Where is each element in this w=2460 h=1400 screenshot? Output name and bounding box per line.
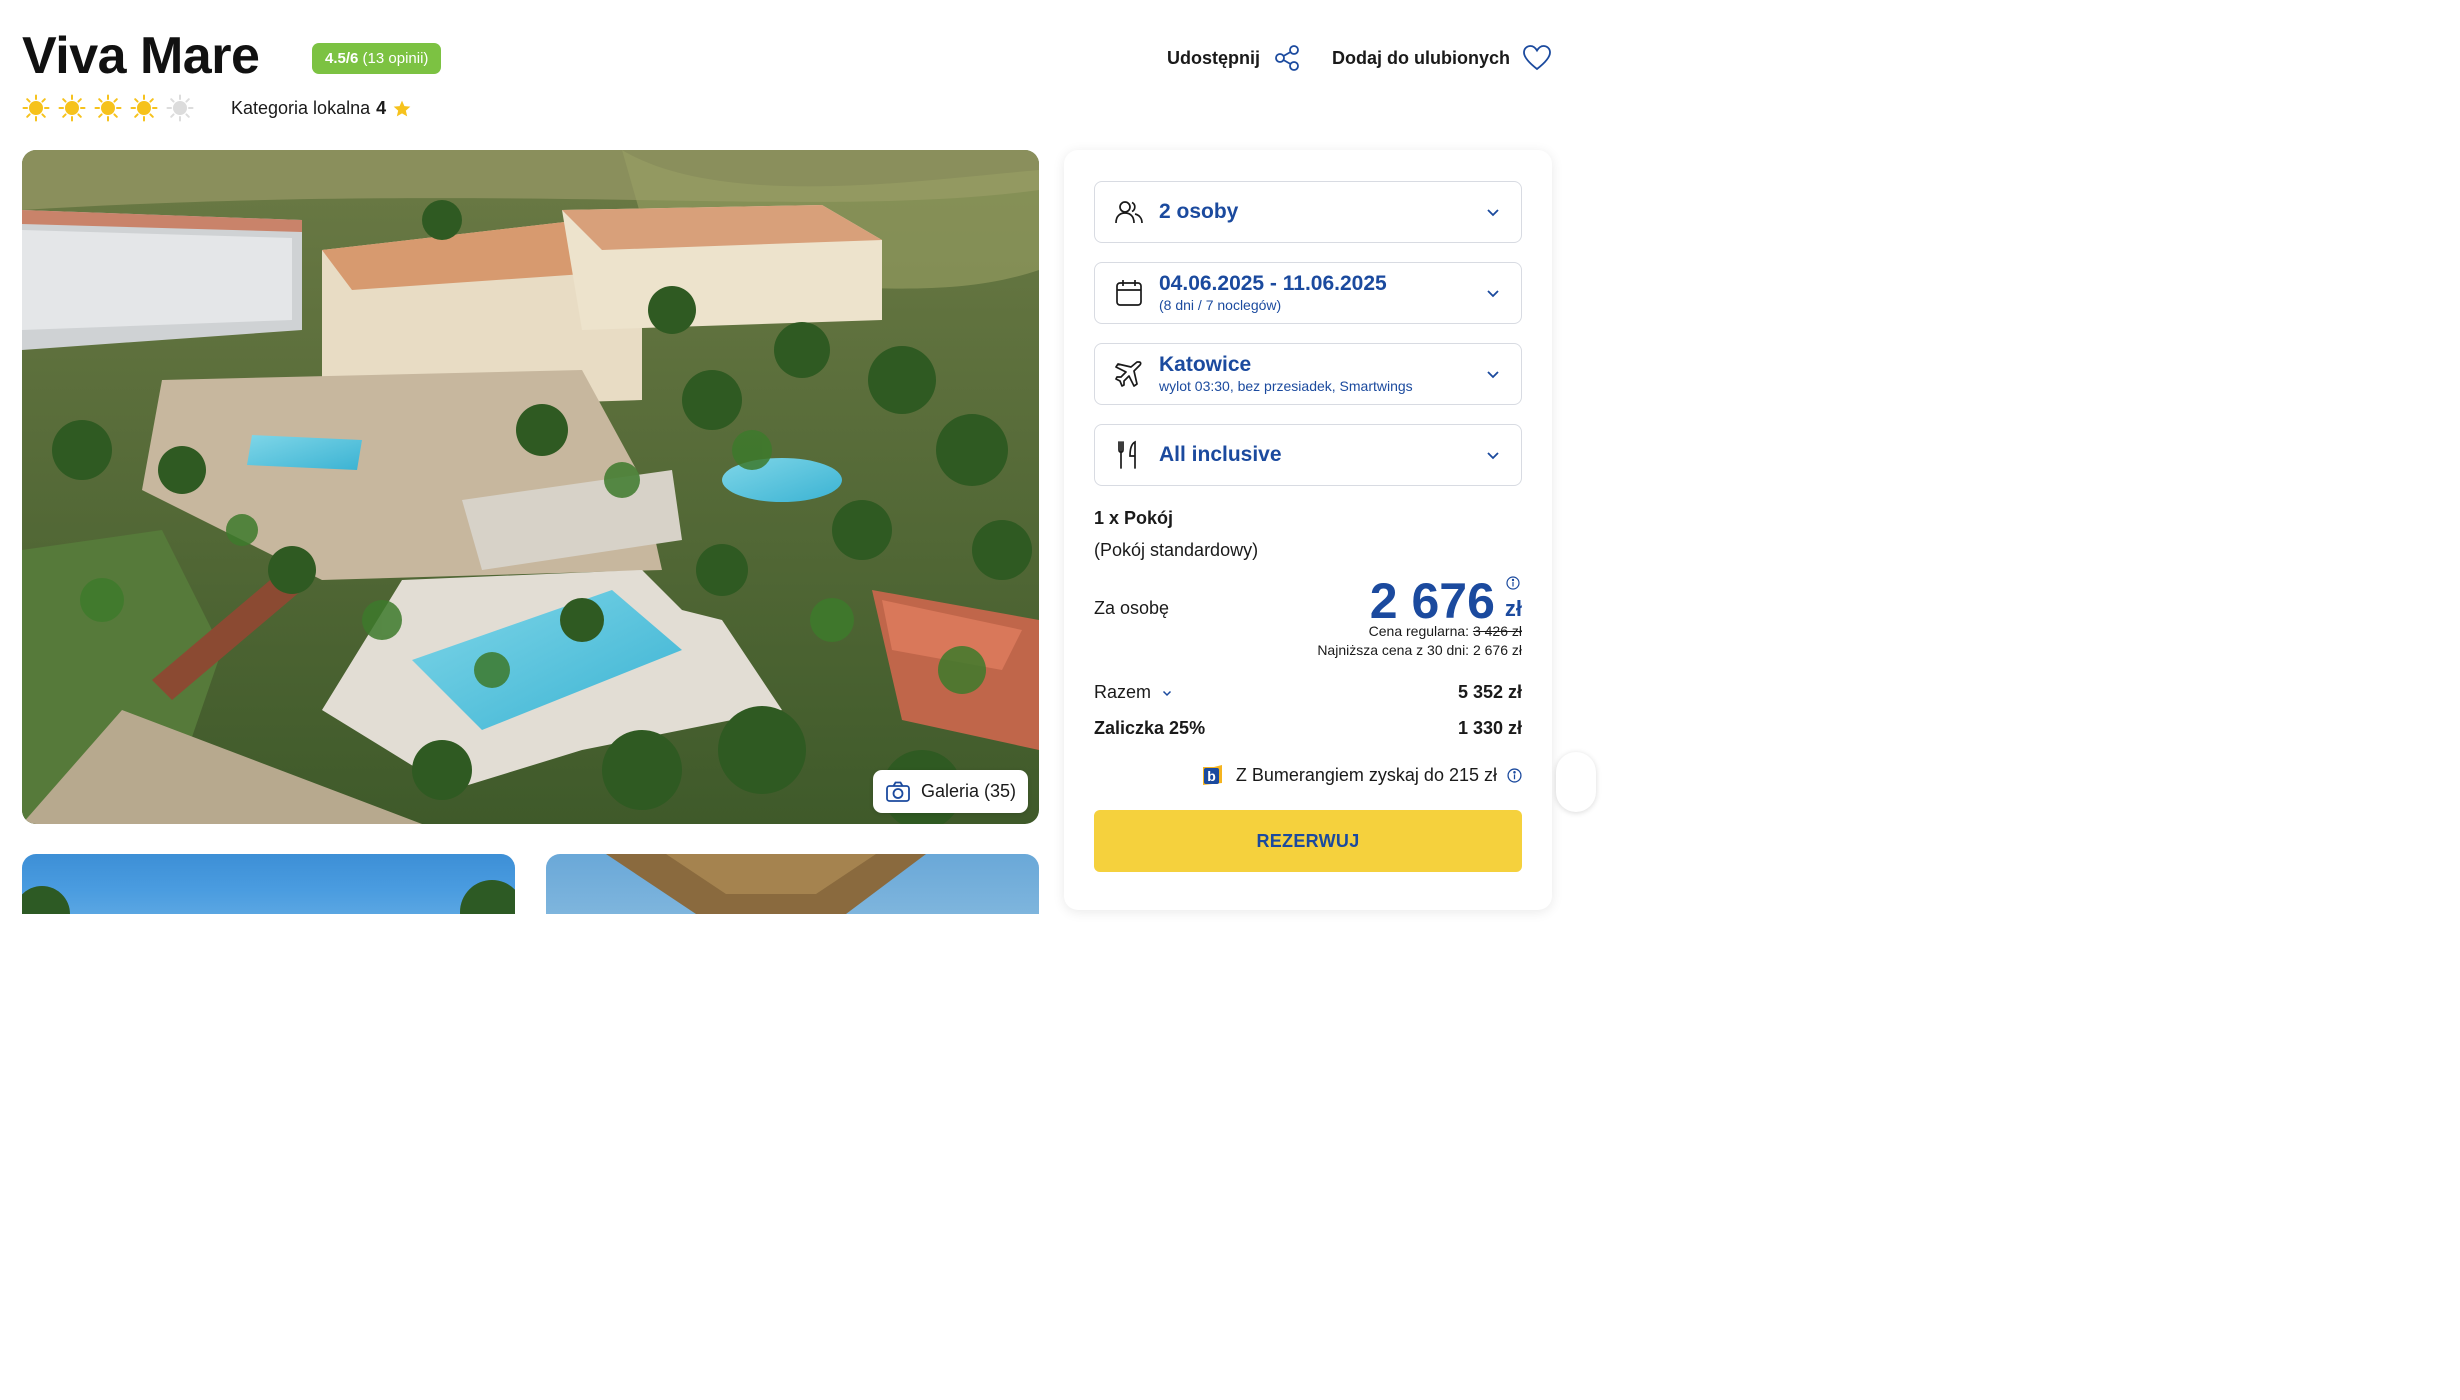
rating-count: (13 opinii) bbox=[362, 50, 429, 67]
sun-icon-filled bbox=[22, 94, 50, 122]
heart-icon bbox=[1523, 45, 1551, 71]
share-label: Udostępnij bbox=[1167, 47, 1260, 68]
bumerang-text: Z Bumerangiem zyskaj do 215 zł bbox=[1235, 764, 1497, 785]
thumbnail-photo bbox=[606, 854, 926, 914]
chevron-down-icon bbox=[1487, 371, 1499, 379]
flight-value: Katowice bbox=[1159, 353, 1252, 376]
total-toggle[interactable]: Razem bbox=[1094, 682, 1173, 703]
top-actions: Udostępnij Dodaj do ulubionych bbox=[1167, 43, 1552, 73]
hotel-main-photo[interactable]: Galeria (35) bbox=[22, 150, 1039, 824]
camera-icon bbox=[886, 781, 910, 802]
plane-icon bbox=[1115, 361, 1142, 387]
persons-select[interactable]: 2 osoby bbox=[1094, 181, 1522, 243]
info-icon[interactable] bbox=[1507, 767, 1522, 783]
people-icon bbox=[1115, 201, 1143, 224]
sun-icon-filled bbox=[94, 94, 122, 122]
regular-price-value: 3 426 zł bbox=[1472, 623, 1522, 639]
board-value: All inclusive bbox=[1159, 443, 1282, 466]
thumbnail-photo bbox=[22, 880, 515, 914]
photo-thumbnail[interactable] bbox=[546, 854, 1039, 914]
info-icon[interactable] bbox=[1506, 576, 1520, 590]
booking-panel: 2 osoby 04.06.2025 - 11.06.2025 (8 dni /… bbox=[1064, 150, 1552, 910]
price-value: 2 676 bbox=[1369, 573, 1495, 629]
hotel-title: Viva Mare bbox=[22, 27, 260, 85]
deposit-value: 1 330 zł bbox=[1457, 718, 1522, 738]
bumerang-logo-icon: b bbox=[1202, 765, 1222, 785]
price-currency: zł bbox=[1504, 596, 1522, 621]
deposit-label: Zaliczka 25% bbox=[1094, 718, 1206, 738]
star-icon bbox=[393, 100, 411, 116]
share-button[interactable]: Udostępnij bbox=[1167, 43, 1302, 73]
lowest-price: Najniższa cena z 30 dni: 2 676 zł bbox=[1317, 642, 1522, 658]
flight-select[interactable]: Katowice wylot 03:30, bez przesiadek, Sm… bbox=[1094, 343, 1522, 405]
room-type: (Pokój standardowy) bbox=[1094, 540, 1259, 560]
photo-thumbnail[interactable] bbox=[22, 854, 515, 914]
dates-select[interactable]: 04.06.2025 - 11.06.2025 (8 dni / 7 nocle… bbox=[1094, 262, 1522, 324]
hotel-aerial-photo bbox=[22, 150, 1039, 824]
total-label: Razem bbox=[1094, 682, 1152, 702]
chevron-down-icon bbox=[1162, 690, 1172, 696]
rating-score: 4.5/6 bbox=[325, 50, 359, 67]
room-title: 1 x Pokój bbox=[1094, 508, 1174, 528]
flight-sub: wylot 03:30, bez przesiadek, Smartwings bbox=[1159, 378, 1413, 394]
regular-price: Cena regularna: 3 426 zł bbox=[1369, 623, 1522, 639]
chevron-down-icon bbox=[1487, 452, 1499, 460]
bumerang-promo: b Z Bumerangiem zyskaj do 215 zł bbox=[1200, 762, 1522, 788]
calendar-icon bbox=[1116, 280, 1142, 306]
share-icon bbox=[1275, 45, 1299, 71]
svg-text:b: b bbox=[1207, 768, 1216, 784]
floating-action-button[interactable] bbox=[1556, 752, 1596, 812]
local-category-value: 4 bbox=[376, 98, 387, 118]
total-value: 5 352 zł bbox=[1457, 682, 1522, 702]
board-select[interactable]: All inclusive bbox=[1094, 424, 1522, 486]
local-category: Kategoria lokalna 4 bbox=[231, 98, 412, 119]
reserve-button[interactable]: REZERWUJ bbox=[1094, 810, 1522, 872]
per-person-label: Za osobę bbox=[1094, 598, 1170, 618]
regular-price-label: Cena regularna: bbox=[1368, 623, 1470, 639]
rating-badge[interactable]: 4.5/6 (13 opinii) bbox=[312, 43, 442, 74]
sun-rating bbox=[22, 94, 194, 122]
gallery-label: Galeria (35) bbox=[920, 781, 1016, 801]
chevron-down-icon bbox=[1487, 290, 1499, 298]
chevron-down-icon bbox=[1487, 209, 1499, 217]
dates-value: 04.06.2025 - 11.06.2025 bbox=[1159, 272, 1387, 295]
cutlery-icon bbox=[1118, 440, 1136, 469]
gallery-button[interactable]: Galeria (35) bbox=[872, 770, 1028, 813]
dates-sub: (8 dni / 7 noclegów) bbox=[1159, 297, 1282, 313]
local-category-label: Kategoria lokalna bbox=[231, 98, 371, 118]
price-per-person: 2 676 zł bbox=[1370, 574, 1522, 628]
favorite-label: Dodaj do ulubionych bbox=[1332, 47, 1510, 68]
persons-value: 2 osoby bbox=[1159, 200, 1239, 223]
sun-icon-filled bbox=[58, 94, 86, 122]
sun-icon-empty bbox=[166, 94, 194, 122]
sun-icon-filled bbox=[130, 94, 158, 122]
favorite-button[interactable]: Dodaj do ulubionych bbox=[1332, 43, 1552, 73]
